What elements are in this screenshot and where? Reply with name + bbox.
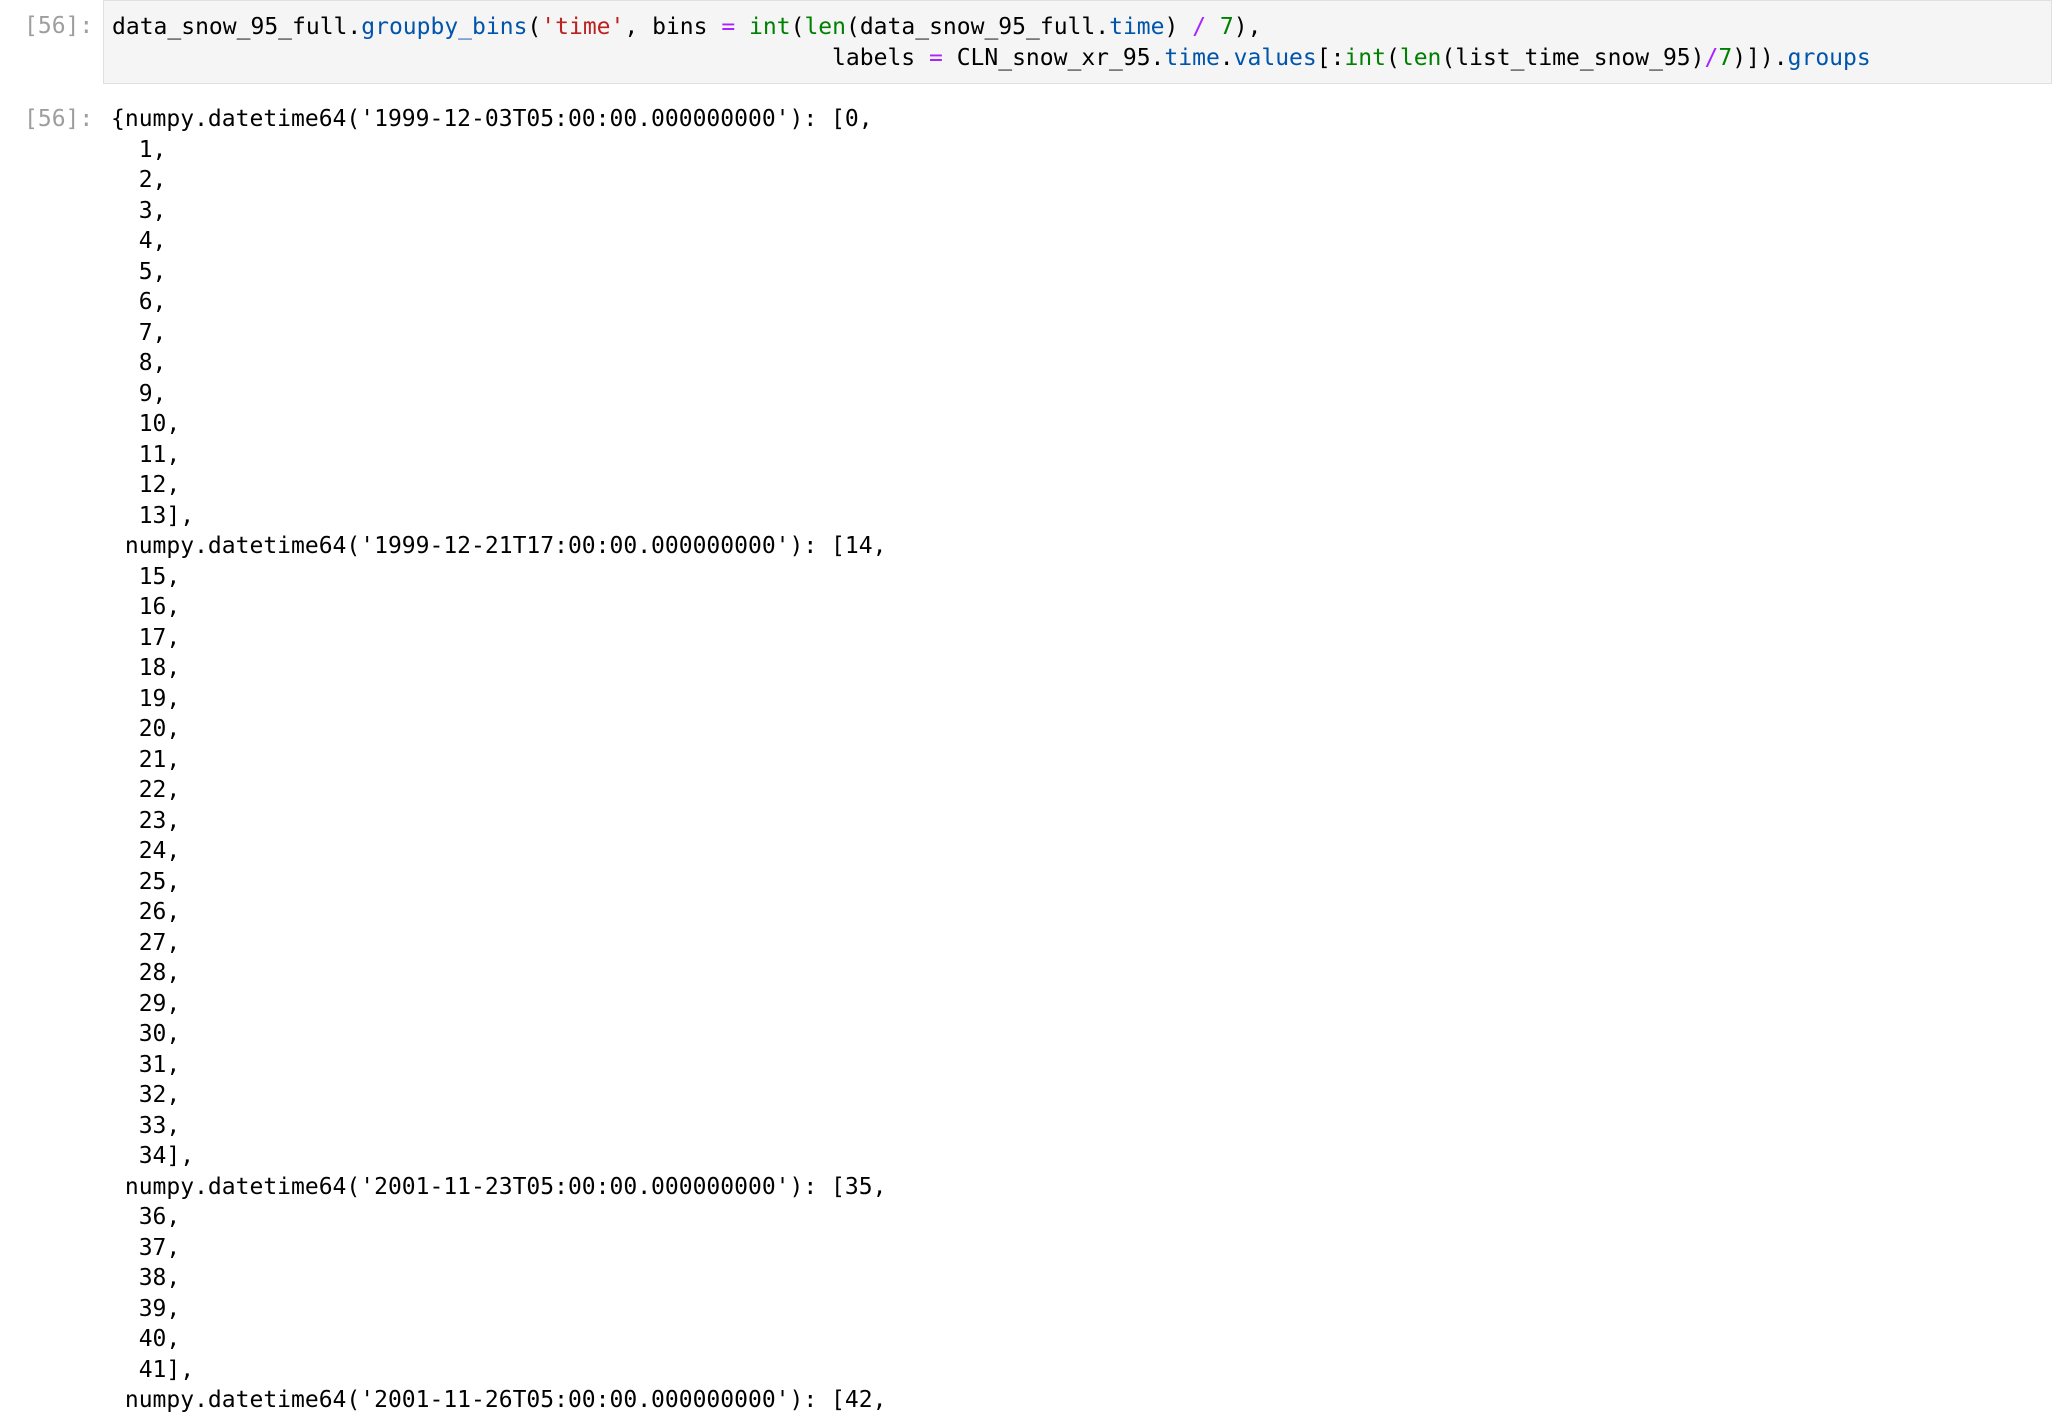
code-token: values (1233, 44, 1317, 71)
code-editor[interactable]: data_snow_95_full.groupby_bins('time', b… (112, 12, 1871, 73)
output-line: 4, (111, 228, 167, 254)
output-line: numpy.datetime64('2001-11-26T05:00:00.00… (111, 1387, 887, 1413)
output-line: 15, (111, 563, 181, 590)
code-token: ( (790, 14, 805, 40)
output-line: 28, (111, 960, 181, 986)
code-token: groups (1787, 44, 1871, 71)
output-line: 11, (111, 441, 181, 468)
code-token: len (804, 14, 846, 40)
output-prompt: [56]: (24, 106, 94, 132)
code-token: (list_time_snow_95) (1441, 44, 1705, 71)
output-line: 41], (111, 1356, 195, 1383)
code-token: labels (112, 44, 929, 71)
code-line: data_snow_95_full.groupby_bins('time', b… (112, 12, 1871, 43)
output-line: 16, (111, 594, 181, 620)
code-token: ( (527, 14, 542, 40)
output-line: 30, (111, 1021, 181, 1047)
output-line: 39, (111, 1295, 181, 1322)
output-line: {numpy.datetime64('1999-12-03T05:00:00.0… (111, 106, 873, 132)
output-line: 27, (111, 929, 181, 956)
output-line: 10, (111, 411, 181, 437)
output-line: numpy.datetime64('2001-11-23T05:00:00.00… (111, 1173, 887, 1200)
code-token: )]). (1732, 44, 1788, 71)
code-token: / (1704, 44, 1719, 71)
code-token: len (1399, 44, 1442, 71)
output-line: 18, (111, 655, 181, 681)
code-token: 'time' (541, 14, 625, 40)
output-line: 5, (111, 258, 167, 285)
output-line: 37, (111, 1234, 181, 1261)
code-token: int (749, 14, 791, 40)
code-token: time (1164, 44, 1220, 71)
output-line: 12, (111, 472, 181, 498)
output-line: 33, (111, 1112, 181, 1139)
code-token: . (1219, 44, 1234, 71)
output-line: 7, (111, 319, 167, 346)
output-line: 26, (111, 899, 181, 925)
output-line: 23, (111, 807, 181, 834)
output-line: 34], (111, 1143, 195, 1169)
output-line: 13], (111, 502, 195, 529)
code-token: CLN_snow_xr_95. (942, 44, 1165, 71)
output-line: 24, (111, 838, 181, 864)
code-token: 7 (1219, 14, 1234, 40)
output-line: 17, (111, 624, 181, 651)
output-line: 40, (111, 1326, 181, 1352)
output-line: 25, (111, 868, 181, 895)
output-line: 3, (111, 197, 167, 224)
code-token: = (928, 44, 943, 71)
output-line: 32, (111, 1082, 181, 1108)
code-token: int (1344, 44, 1386, 71)
output-line: 2, (111, 167, 167, 193)
output-line: 19, (111, 685, 181, 712)
cell-output: {numpy.datetime64('1999-12-03T05:00:00.0… (111, 104, 2011, 1416)
code-token: time (1109, 14, 1165, 40)
code-token: groupby_bins (361, 14, 528, 40)
code-token: , bins (624, 14, 722, 40)
output-line: 1, (111, 136, 167, 163)
code-input-area[interactable]: data_snow_95_full.groupby_bins('time', b… (103, 0, 2052, 84)
output-line: 21, (111, 746, 181, 773)
input-prompt: [56]: (24, 13, 94, 39)
code-line: labels = CLN_snow_xr_95.time.values[:int… (112, 43, 1871, 74)
code-token: ), (1233, 14, 1262, 40)
code-token: / (1192, 14, 1207, 40)
code-token: = (721, 14, 736, 40)
output-line: 22, (111, 777, 181, 803)
output-line: 6, (111, 289, 167, 315)
code-token: ) (1164, 14, 1193, 40)
output-line: 29, (111, 990, 181, 1017)
code-token: (data_snow_95_full. (845, 14, 1110, 40)
output-line: 20, (111, 716, 181, 742)
code-token: 7 (1718, 44, 1733, 71)
output-line: 36, (111, 1204, 181, 1230)
code-token: data_snow_95_full. (112, 14, 362, 40)
code-token: ( (1386, 44, 1400, 71)
output-line: numpy.datetime64('1999-12-21T17:00:00.00… (111, 533, 887, 559)
output-line: 9, (111, 380, 167, 407)
code-token: [: (1316, 44, 1345, 71)
output-line: 8, (111, 350, 167, 376)
output-line: 38, (111, 1265, 181, 1291)
output-line: 31, (111, 1051, 181, 1078)
